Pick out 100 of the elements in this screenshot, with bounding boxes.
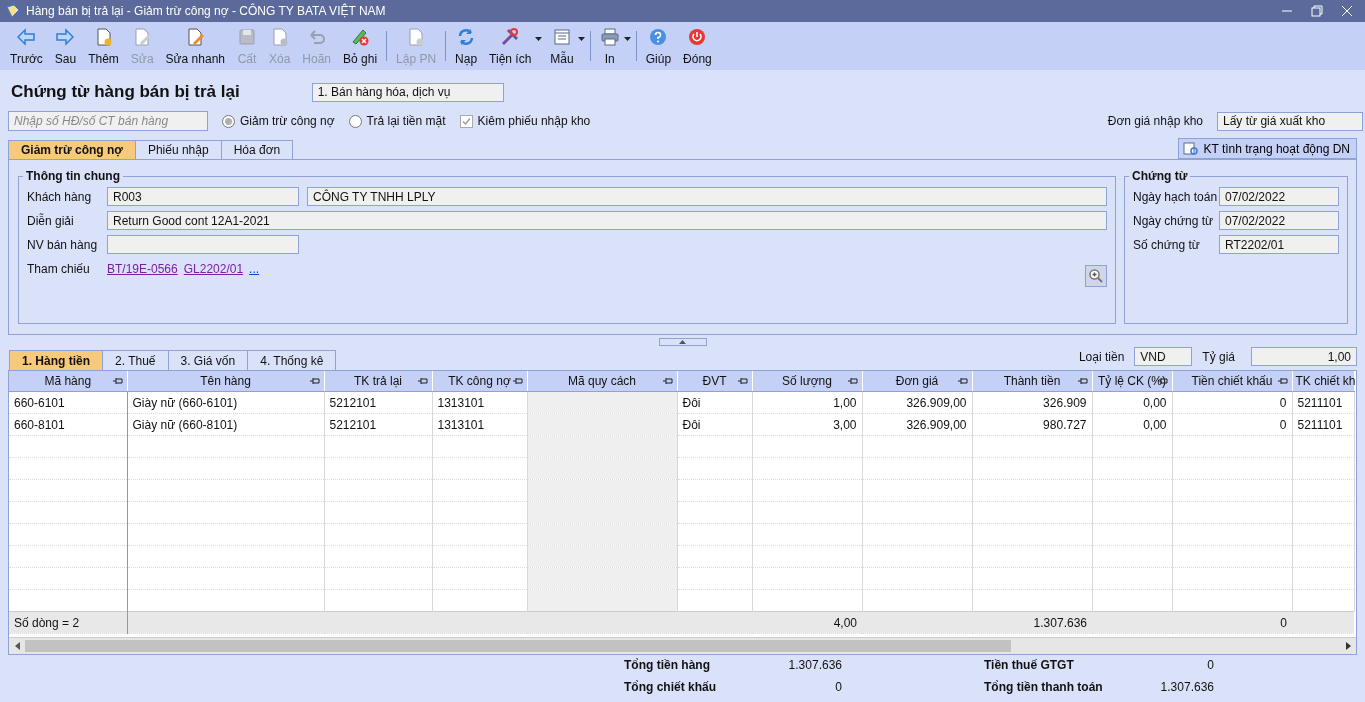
- toolbar-button[interactable]: Trước: [4, 24, 49, 68]
- table-cell: 0: [1172, 413, 1292, 436]
- customer-name-field[interactable]: CÔNG TY TNHH LPLY: [307, 187, 1107, 206]
- table-cell: 326.909,00: [862, 413, 972, 436]
- exchange-rate-field[interactable]: 1,00: [1251, 347, 1357, 366]
- summary-label: Tổng tiền thanh toán: [983, 680, 1104, 694]
- table-cell: Giày nữ (660-6101): [127, 391, 324, 414]
- printer-icon: [599, 26, 620, 47]
- table-cell: 5211101: [1292, 413, 1354, 436]
- toolbar-button[interactable]: Nạp: [449, 24, 484, 68]
- right-caret-icon[interactable]: [1345, 642, 1351, 650]
- tab[interactable]: 4. Thống kê: [247, 350, 337, 370]
- toolbar-button[interactable]: Thêm: [82, 24, 125, 68]
- table-cell: 0,00: [1092, 413, 1172, 436]
- dropdown-caret-icon[interactable]: [577, 37, 585, 41]
- toolbar-button[interactable]: Tiện ích: [483, 24, 538, 68]
- voucher-type-field[interactable]: 1. Bán hàng hóa, dịch vụ: [311, 82, 504, 102]
- up-caret-icon: [679, 340, 686, 344]
- field-label: NV bán hàng: [27, 237, 99, 254]
- table-cell: Đôi: [677, 391, 752, 414]
- field-label: Ngày hạch toán: [1133, 189, 1219, 206]
- option-label: Kiêm phiếu nhập kho: [477, 114, 591, 128]
- tab[interactable]: 1. Hàng tiền: [9, 350, 103, 370]
- column-header[interactable]: Mã hàng: [9, 371, 127, 392]
- unit-price-field[interactable]: Lấy từ giá xuất kho: [1217, 111, 1363, 131]
- toolbar-button[interactable]: Giúp: [639, 24, 678, 68]
- reference-link[interactable]: GL2202/01: [183, 262, 244, 276]
- toolbar-button[interactable]: Sau: [48, 24, 83, 68]
- summary-value: 0: [834, 680, 842, 694]
- group-title: Chứng từ: [1131, 169, 1189, 183]
- restore-icon[interactable]: [1311, 5, 1323, 17]
- reference-link[interactable]: BT/19E-0566: [107, 262, 178, 276]
- tab[interactable]: Giảm trừ công nợ: [8, 140, 136, 159]
- column-header[interactable]: ĐVT: [677, 371, 752, 392]
- help-icon: [648, 26, 669, 47]
- toolbar-button[interactable]: Đóng: [677, 24, 718, 68]
- summary-label: Tiền thuế GTGT: [983, 658, 1075, 672]
- table-cell: 5212101: [324, 413, 432, 436]
- collapse-button[interactable]: [658, 338, 707, 346]
- column-header[interactable]: TK trả lại: [324, 371, 432, 392]
- summary-label: Tổng chiết khấu: [624, 680, 717, 694]
- table-cell: 326.909: [972, 391, 1092, 414]
- radio-button[interactable]: [348, 114, 362, 128]
- invoice-search-field[interactable]: Nhập số HĐ/số CT bán hàng: [8, 111, 208, 131]
- voucher-field[interactable]: 07/02/2022: [1219, 211, 1339, 230]
- column-header[interactable]: TK công nợ: [432, 371, 527, 392]
- right-arrow-icon: [55, 26, 76, 47]
- tab[interactable]: Phiếu nhập: [134, 140, 222, 159]
- field-label: Diễn giải: [27, 212, 75, 230]
- check-status-button[interactable]: KT tình trạng hoạt động DN: [1178, 138, 1357, 159]
- total-value: 4,00: [833, 615, 857, 630]
- dropdown-caret-icon[interactable]: [623, 37, 631, 41]
- salesperson-field[interactable]: [107, 235, 299, 254]
- table-cell: 660-6101: [9, 391, 127, 414]
- horizontal-scrollbar[interactable]: [9, 637, 1356, 654]
- column-header[interactable]: Thành tiền: [972, 371, 1092, 392]
- field-label: Ngày chứng từ: [1133, 213, 1215, 230]
- description-field[interactable]: Return Good cont 12A1-2021: [107, 211, 1107, 230]
- edit-document-icon: [185, 26, 206, 47]
- table-cell: 660-8101: [9, 413, 127, 436]
- table-cell: Giày nữ (660-8101): [127, 413, 324, 436]
- field-label: Loại tiền: [1078, 349, 1125, 364]
- table-cell: 3,00: [752, 413, 862, 436]
- window-icon: [552, 26, 573, 47]
- column-header[interactable]: Tiền chiết khấu: [1172, 371, 1292, 392]
- field-label: Tham chiếu: [27, 261, 91, 278]
- close-icon[interactable]: [1341, 5, 1353, 17]
- table-cell: 1,00: [752, 391, 862, 414]
- window-title: Hàng bán bị trả lại - Giảm trừ công nợ - CÔNG TY BATA VIỆT NAM: [26, 4, 387, 18]
- toolbar-button[interactable]: Sửa nhanh: [159, 24, 231, 68]
- reference-link[interactable]: ...: [249, 262, 260, 276]
- table-cell: Đôi: [677, 413, 752, 436]
- radio-button[interactable]: [222, 114, 235, 128]
- voucher-field[interactable]: 07/02/2022: [1219, 187, 1339, 206]
- tab[interactable]: Hóa đơn: [220, 140, 294, 159]
- checkbox[interactable]: [459, 114, 473, 128]
- customer-code-field[interactable]: R003: [107, 187, 299, 206]
- summary-value: 1.307.636: [1159, 680, 1214, 694]
- voucher-field[interactable]: RT2202/01: [1219, 235, 1339, 254]
- table-cell: 1313101: [432, 413, 527, 436]
- zoom-in-button[interactable]: [1085, 265, 1107, 287]
- column-header[interactable]: Đơn giá: [862, 371, 972, 392]
- column-header[interactable]: Tên hàng: [127, 371, 324, 392]
- column-header[interactable]: TK chiết kh: [1292, 371, 1354, 392]
- field-label: Đơn giá nhập kho: [1107, 114, 1203, 128]
- total-value: 0: [1280, 615, 1287, 630]
- table-cell: 326.909,00: [862, 391, 972, 414]
- table-cell: 0: [1172, 391, 1292, 414]
- tools-icon: [500, 26, 521, 47]
- toolbar-button[interactable]: Bỏ ghi: [337, 24, 384, 68]
- column-header[interactable]: Số lượng: [752, 371, 862, 392]
- toolbar-button[interactable]: Mẫu: [544, 24, 580, 68]
- row-count-text: Số dòng = 2: [14, 615, 80, 630]
- table-cell: 1313101: [432, 391, 527, 414]
- currency-field[interactable]: VND: [1134, 347, 1193, 366]
- dropdown-caret-icon[interactable]: [535, 37, 543, 41]
- app-icon: [6, 4, 20, 18]
- toolbar-button[interactable]: In: [593, 24, 626, 68]
- left-caret-icon[interactable]: [14, 642, 20, 650]
- column-header[interactable]: Tỷ lệ CK (%): [1092, 371, 1172, 392]
